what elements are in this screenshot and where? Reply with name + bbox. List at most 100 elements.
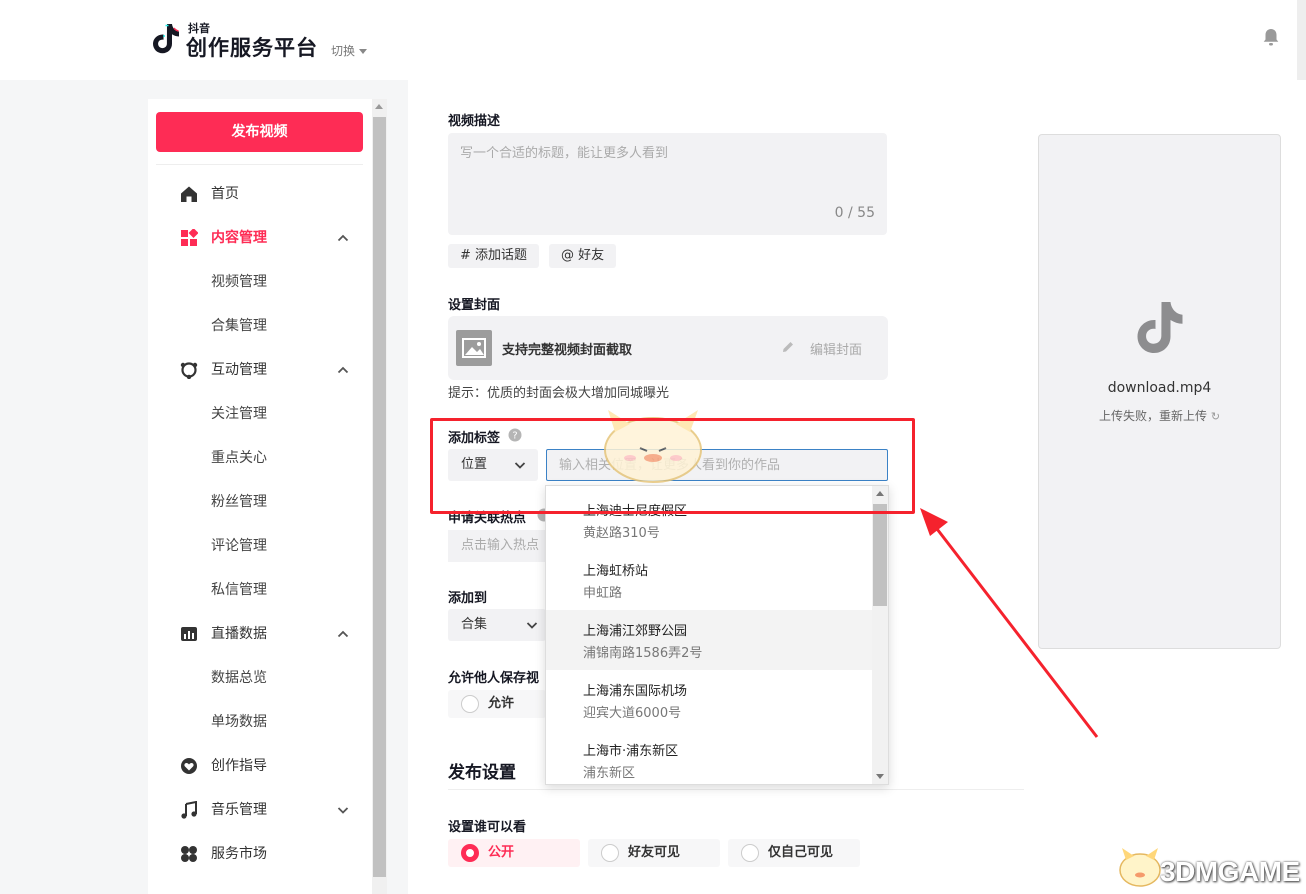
add-to-select[interactable]: 合集 [448,609,546,641]
interact-icon [180,362,198,379]
chevron-up-icon[interactable] [337,232,349,244]
allow-save-label: 允许他人保存视 [448,671,540,686]
douyin-logo-icon [153,24,179,54]
scrollbar-thumb[interactable] [373,117,386,877]
sidebar-divider [156,164,363,165]
scroll-down-arrow-icon[interactable] [876,774,884,779]
video-desc-label: 视频描述 [448,114,501,129]
add-to-label: 添加到 [448,591,488,606]
radio-circle [461,695,479,713]
sidebar-item-home[interactable]: 首页 [148,172,372,216]
sidebar-item-label: 音乐管理 [211,802,267,818]
sidebar-item-fans-manage[interactable]: 粉丝管理 [148,480,372,524]
switch-dropdown[interactable]: 切换 [331,42,368,59]
cover-hint: 提示：优质的封面会极大增加同城曝光 [448,386,670,401]
sidebar-item-creator-guide[interactable]: 创作指导 [148,744,372,788]
sidebar-scrollbar[interactable] [372,99,387,894]
sidebar-item-label: 服务市场 [211,846,267,862]
sidebar-item-label: 粉丝管理 [211,494,267,510]
sidebar-item-label: 单场数据 [211,714,267,730]
location-option[interactable]: 上海市·浦东新区 浦东新区 [546,730,872,784]
location-option[interactable]: 上海浦东国际机场 迎宾大道6000号 [546,670,872,730]
douyin-logo-icon [1137,302,1183,353]
location-address: 浦东新区 [583,766,636,781]
location-name: 上海市·浦东新区 [583,744,679,759]
publish-video-button[interactable]: 发布视频 [156,112,363,152]
watermark-text: 3DMGAME [1160,856,1300,887]
cover-label: 设置封面 [448,298,501,313]
home-icon [181,186,197,202]
location-option[interactable]: 上海虹桥站 申虹路 [546,550,872,610]
location-address: 浦锦南路1586弄2号 [583,646,703,661]
visibility-public-radio[interactable]: 公开 [448,839,580,867]
cover-text: 支持完整视频封面截取 [502,343,633,358]
switch-label: 切换 [331,44,356,58]
sidebar: 发布视频 首页 内容管理 视频管理 合集管理 互动管理 关注管理 重点关心 粉丝… [148,99,372,894]
scroll-up-arrow-icon[interactable] [375,104,383,109]
sidebar-item-interaction[interactable]: 互动管理 [148,348,372,392]
chevron-down-icon[interactable] [337,804,349,816]
publish-settings-title: 发布设置 [448,763,516,783]
cover-selector[interactable]: 支持完整视频封面截取 编辑封面 [448,316,888,380]
sidebar-item-follow-manage[interactable]: 关注管理 [148,392,372,436]
image-icon [456,330,492,366]
sidebar-item-comment-manage[interactable]: 评论管理 [148,524,372,568]
mention-friend-button[interactable]: @ 好友 [549,244,617,268]
top-header: 抖音 创作服务平台 切换 [0,0,1306,80]
sidebar-item-video-manage[interactable]: 视频管理 [148,260,372,304]
caret-down-icon [359,49,368,54]
video-desc-textarea[interactable]: 写一个合适的标题，能让更多人看到 0 / 55 [448,133,887,235]
sidebar-item-label: 内容管理 [211,230,267,246]
sidebar-item-label: 视频管理 [211,274,267,290]
page-scrollbar[interactable] [1297,0,1306,80]
sidebar-item-service-market[interactable]: 服务市场 [148,832,372,876]
sidebar-item-label: 创作指导 [211,758,267,774]
reupload-link[interactable]: 上传失败，重新上传 ↻ [1039,407,1280,424]
sidebar-item-content[interactable]: 内容管理 [148,216,372,260]
location-address: 迎宾大道6000号 [583,706,682,721]
chevron-up-icon[interactable] [337,364,349,376]
sidebar-item-music[interactable]: 音乐管理 [148,788,372,832]
radio-circle [741,844,759,862]
sidebar-item-label: 首页 [211,186,239,202]
radio-circle [601,844,619,862]
sidebar-item-message-manage[interactable]: 私信管理 [148,568,372,612]
annotation-highlight-box [430,418,915,514]
grid-icon [181,229,198,246]
desc-placeholder: 写一个合适的标题，能让更多人看到 [460,146,669,161]
location-address: 申虹路 [583,586,623,601]
sidebar-item-key-care[interactable]: 重点关心 [148,436,372,480]
sidebar-item-label: 直播数据 [211,626,267,642]
location-option[interactable]: 上海浦江郊野公园 浦锦南路1586弄2号 [546,610,872,670]
sidebar-item-single-data[interactable]: 单场数据 [148,700,372,744]
pencil-icon [783,342,793,352]
sidebar-item-live-data[interactable]: 直播数据 [148,612,372,656]
location-dropdown: 上海迪士尼度假区 黄赵路310号 上海虹桥站 申虹路 上海浦江郊野公园 浦锦南路… [545,485,889,785]
dropdown-scrollbar[interactable] [872,486,888,784]
section-divider [448,789,1024,790]
visibility-friends-radio[interactable]: 好友可见 [588,839,720,867]
bell-icon[interactable] [1261,27,1281,47]
visibility-option-label: 公开 [488,845,515,860]
chevron-down-icon [526,622,538,629]
allow-option-label: 允许 [488,696,515,711]
sidebar-item-data-overview[interactable]: 数据总览 [148,656,372,700]
visibility-private-radio[interactable]: 仅自己可见 [728,839,860,867]
visibility-option-label: 好友可见 [628,845,681,860]
sidebar-item-label: 关注管理 [211,406,267,422]
visibility-label: 设置谁可以看 [448,820,527,835]
sidebar-item-label: 重点关心 [211,450,267,466]
sidebar-item-collection-manage[interactable]: 合集管理 [148,304,372,348]
add-topic-button[interactable]: # 添加话题 [448,244,540,268]
bar-chart-icon [181,627,197,641]
allow-save-radio[interactable]: 允许 [448,690,546,718]
location-name: 上海虹桥站 [583,564,649,579]
heart-icon [181,758,197,774]
chevron-up-icon[interactable] [337,628,349,640]
sidebar-item-label: 互动管理 [211,362,267,378]
sidebar-item-label: 私信管理 [211,582,267,598]
edit-cover-button[interactable]: 编辑封面 [810,339,862,358]
clover-icon [181,846,197,862]
hot-topic-input[interactable]: 点击输入热点 [448,530,548,562]
scrollbar-thumb[interactable] [873,504,887,606]
